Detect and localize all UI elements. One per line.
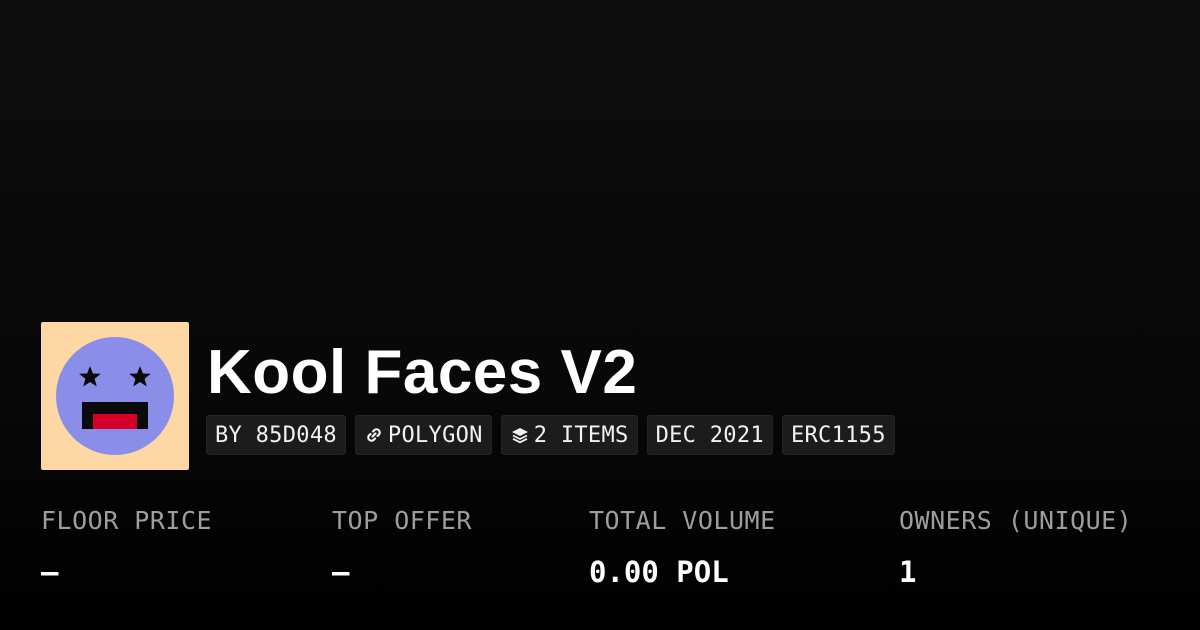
stat-label: FLOOR PRICE xyxy=(41,506,213,535)
date-label: DEC 2021 xyxy=(655,422,764,448)
date-chip: DEC 2021 xyxy=(646,415,773,455)
stat-label: TOTAL VOLUME xyxy=(589,506,776,535)
standard-chip: ERC1155 xyxy=(781,415,895,455)
chain-chip[interactable]: POLYGON xyxy=(354,415,492,455)
stat-label: OWNERS (UNIQUE) xyxy=(899,506,1133,535)
smiley-face-icon xyxy=(41,322,189,470)
items-chip[interactable]: 2 ITEMS xyxy=(500,415,638,455)
stat-value: – xyxy=(41,555,59,589)
stat-floor-price: FLOOR PRICE – xyxy=(41,505,212,589)
collection-meta-chips: BY 85D048 POLYGON 2 ITEMS DEC 2021 ERC11… xyxy=(206,415,895,455)
stat-value: 1 xyxy=(899,555,917,589)
stat-value: – xyxy=(332,555,350,589)
standard-label: ERC1155 xyxy=(790,422,886,448)
creator-label: BY 85D048 xyxy=(215,422,337,448)
stat-owners: OWNERS (UNIQUE) 1 xyxy=(899,505,1132,589)
stat-top-offer: TOP OFFER – xyxy=(332,505,472,589)
stat-total-volume: TOTAL VOLUME 0.00 POL xyxy=(589,505,776,589)
items-label: 2 ITEMS xyxy=(533,422,629,448)
layers-icon xyxy=(510,425,530,445)
stat-value: 0.00 POL xyxy=(589,555,729,589)
link-icon xyxy=(364,425,384,445)
stat-label: TOP OFFER xyxy=(332,506,472,535)
chain-label: POLYGON xyxy=(387,422,483,448)
collection-avatar xyxy=(41,322,189,470)
creator-chip[interactable]: BY 85D048 xyxy=(206,415,346,455)
collection-title: Kool Faces V2 xyxy=(207,338,638,407)
